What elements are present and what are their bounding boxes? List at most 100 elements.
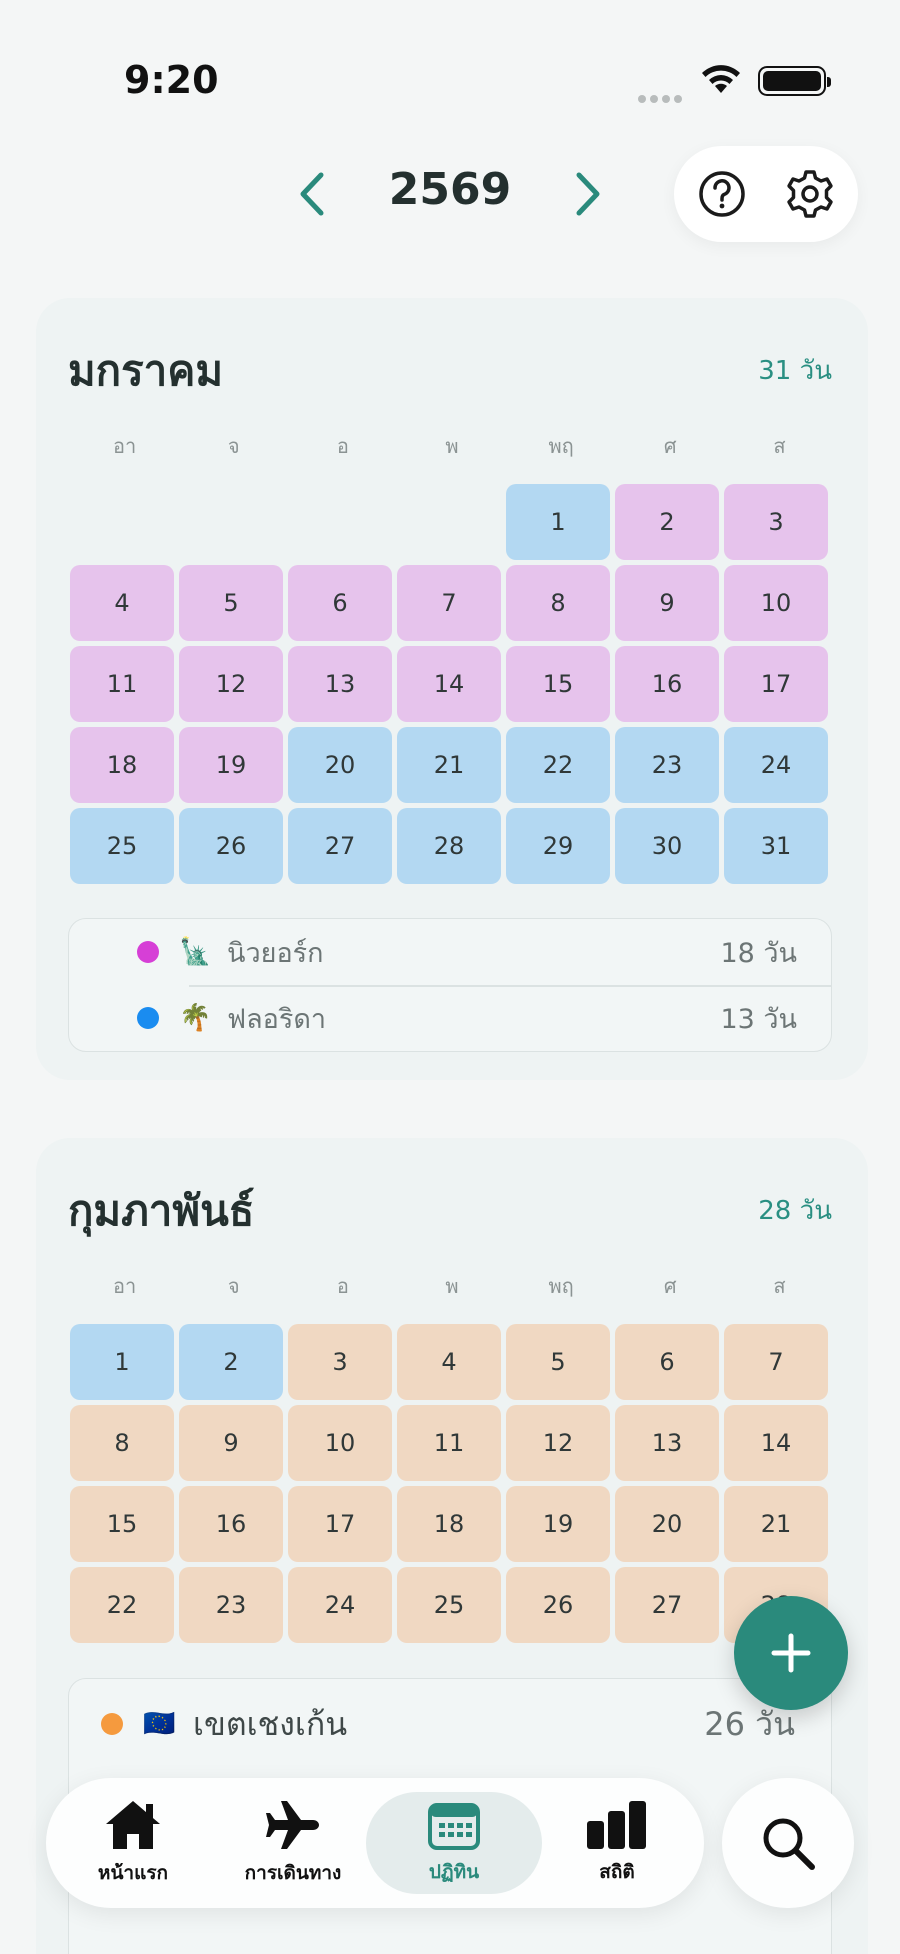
settings-button[interactable]: [780, 164, 840, 224]
home-icon: [106, 1801, 160, 1849]
weekday-label: พ: [445, 1274, 459, 1298]
day-cell[interactable]: 18: [70, 727, 174, 803]
tab-label: หน้าแรก: [97, 1862, 169, 1884]
day-cell[interactable]: 3: [724, 484, 828, 560]
tab-trips[interactable]: การเดินทาง: [218, 1792, 368, 1894]
day-cell[interactable]: 3: [288, 1324, 392, 1400]
day-cell[interactable]: 27: [615, 1567, 719, 1643]
day-cell[interactable]: 4: [70, 565, 174, 641]
status-time: 9:20: [124, 58, 219, 102]
day-cell[interactable]: 22: [506, 727, 610, 803]
day-cell[interactable]: 22: [70, 1567, 174, 1643]
tab-calendar[interactable]: ปฏิทิน: [366, 1792, 542, 1894]
search-icon: [763, 1818, 815, 1870]
day-cell[interactable]: 11: [70, 646, 174, 722]
month-day-count: 31 วัน: [758, 356, 832, 386]
day-cell[interactable]: 13: [288, 646, 392, 722]
legend-row-florida[interactable]: 🌴 ฟลอริดา 13 วัน: [69, 985, 831, 1051]
day-cell[interactable]: 8: [70, 1405, 174, 1481]
day-cell[interactable]: 21: [724, 1486, 828, 1562]
palm-tree-icon: 🌴: [179, 1003, 212, 1033]
weekday-label: ส: [773, 1274, 786, 1298]
day-cell[interactable]: 20: [615, 1486, 719, 1562]
legend-days: 13 วัน: [720, 1003, 797, 1035]
day-cell[interactable]: 17: [724, 646, 828, 722]
day-cell[interactable]: 31: [724, 808, 828, 884]
day-cell[interactable]: 23: [179, 1567, 283, 1643]
weekday-label: จ: [227, 434, 240, 458]
day-cell[interactable]: 5: [506, 1324, 610, 1400]
year-label: 2569: [388, 164, 512, 215]
month-title: มกราคม: [68, 346, 224, 395]
status-bar: 9:20: [0, 0, 900, 120]
color-dot: [137, 941, 159, 963]
tab-home[interactable]: หน้าแรก: [68, 1792, 198, 1894]
chevron-left-icon: [300, 172, 324, 216]
day-cell[interactable]: 7: [724, 1324, 828, 1400]
day-cell[interactable]: 9: [615, 565, 719, 641]
gear-icon: [787, 170, 833, 218]
bar-chart-icon: [587, 1801, 646, 1849]
day-cell[interactable]: 19: [179, 727, 283, 803]
tab-stats[interactable]: สถิติ: [552, 1792, 682, 1894]
day-cell[interactable]: 25: [397, 1567, 501, 1643]
day-cell[interactable]: 14: [724, 1405, 828, 1481]
day-cell[interactable]: 5: [179, 565, 283, 641]
day-cell[interactable]: 4: [397, 1324, 501, 1400]
day-cell[interactable]: 23: [615, 727, 719, 803]
previous-year-button[interactable]: [284, 164, 340, 224]
add-trip-button[interactable]: [734, 1596, 848, 1710]
day-cell[interactable]: 16: [179, 1486, 283, 1562]
day-cell[interactable]: 19: [506, 1486, 610, 1562]
day-cell[interactable]: 12: [179, 646, 283, 722]
airplane-icon: [266, 1801, 319, 1849]
day-cell[interactable]: 9: [179, 1405, 283, 1481]
day-cell[interactable]: 15: [506, 646, 610, 722]
day-cell[interactable]: 7: [397, 565, 501, 641]
day-cell[interactable]: 11: [397, 1405, 501, 1481]
weekday-label: ศ: [663, 1274, 677, 1298]
day-cell[interactable]: 13: [615, 1405, 719, 1481]
day-cell[interactable]: 25: [70, 808, 174, 884]
day-cell[interactable]: 1: [70, 1324, 174, 1400]
year-navigation: 2569: [0, 146, 900, 242]
day-cell[interactable]: 18: [397, 1486, 501, 1562]
day-cell[interactable]: 26: [506, 1567, 610, 1643]
day-cell[interactable]: 2: [615, 484, 719, 560]
day-cell[interactable]: 24: [724, 727, 828, 803]
day-cell[interactable]: 30: [615, 808, 719, 884]
day-cell[interactable]: 1: [506, 484, 610, 560]
day-cell[interactable]: 24: [288, 1567, 392, 1643]
day-cell[interactable]: 10: [288, 1405, 392, 1481]
weekday-label: จ: [227, 1274, 240, 1298]
month-title: กุมภาพันธ์: [68, 1186, 255, 1235]
search-button[interactable]: [722, 1778, 854, 1908]
legend-row-schengen[interactable]: 🇪🇺 เขตเชงเก้น 26 วัน: [69, 1679, 831, 1769]
help-button[interactable]: [692, 164, 752, 224]
month-day-count: 28 วัน: [758, 1196, 832, 1226]
day-cell[interactable]: 6: [288, 565, 392, 641]
wifi-icon: [702, 65, 740, 93]
day-cell[interactable]: 17: [288, 1486, 392, 1562]
day-cell[interactable]: 8: [506, 565, 610, 641]
legend-row-new-york[interactable]: 🗽 นิวยอร์ก 18 วัน: [69, 919, 831, 985]
day-cell[interactable]: 28: [397, 808, 501, 884]
next-year-button[interactable]: [560, 164, 616, 224]
day-cell[interactable]: 10: [724, 565, 828, 641]
day-cell[interactable]: 6: [615, 1324, 719, 1400]
day-grid: 1 2 3 4 5 6 7 8 9 10 11 12 13 14 15 16 1…: [70, 484, 834, 884]
day-cell[interactable]: 21: [397, 727, 501, 803]
bottom-navigation: หน้าแรก การเดินทาง ปฏิทิน สถิติ: [46, 1778, 704, 1908]
day-cell[interactable]: 26: [179, 808, 283, 884]
day-cell[interactable]: 12: [506, 1405, 610, 1481]
battery-icon: [758, 66, 831, 96]
day-cell[interactable]: 20: [288, 727, 392, 803]
day-cell[interactable]: 16: [615, 646, 719, 722]
day-cell[interactable]: 14: [397, 646, 501, 722]
day-cell[interactable]: 27: [288, 808, 392, 884]
trip-legend: 🗽 นิวยอร์ก 18 วัน 🌴 ฟลอริดา 13 วัน: [68, 918, 832, 1052]
day-cell[interactable]: 29: [506, 808, 610, 884]
day-cell[interactable]: 15: [70, 1486, 174, 1562]
legend-destination: เขตเชงเก้น: [193, 1704, 348, 1743]
day-cell[interactable]: 2: [179, 1324, 283, 1400]
